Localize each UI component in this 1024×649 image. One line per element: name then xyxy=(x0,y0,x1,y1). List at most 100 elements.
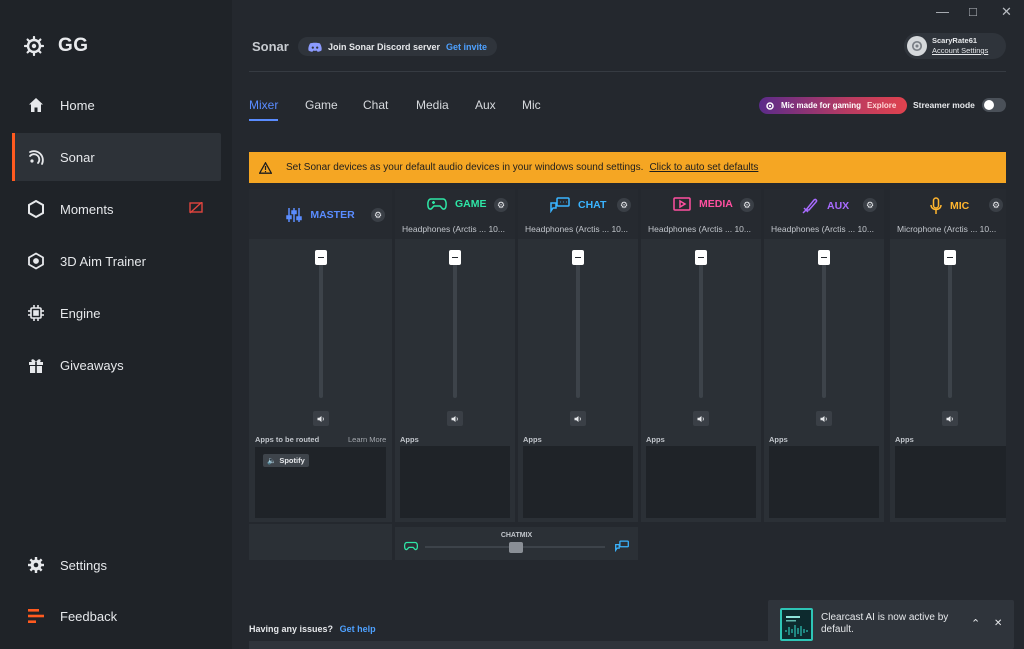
chat-apps-label: Apps xyxy=(523,435,542,444)
play-screen-icon xyxy=(673,197,691,211)
game-volume-handle[interactable] xyxy=(449,250,461,265)
tab-media[interactable]: Media xyxy=(416,98,449,112)
sidebar-item-giveaways[interactable]: Giveaways xyxy=(12,341,221,389)
sidebar-item-label: Engine xyxy=(60,305,101,321)
speaker-icon xyxy=(574,415,581,422)
app-logo[interactable]: GG xyxy=(24,35,89,57)
aim-icon xyxy=(26,251,46,271)
sidebar-item-label: Moments xyxy=(60,201,114,217)
tab-mixer[interactable]: Mixer xyxy=(249,98,278,112)
close-icon[interactable]: ✕ xyxy=(994,618,1002,629)
chat-device-label[interactable]: Headphones (Arctis ... 10... xyxy=(525,224,628,234)
master-channel: MASTER ⚙ Apps to be routed Learn More 🔈 … xyxy=(249,189,392,522)
sidebar-item-engine[interactable]: Engine xyxy=(12,289,221,337)
gamepad-icon xyxy=(427,198,447,210)
speaker-icon xyxy=(451,415,458,422)
sidebar-item-settings[interactable]: Settings xyxy=(12,541,221,589)
master-volume-track[interactable] xyxy=(319,263,323,398)
mic-volume-track[interactable] xyxy=(948,263,952,398)
auto-set-defaults-link[interactable]: Click to auto set defaults xyxy=(649,162,758,173)
chat-volume-handle[interactable] xyxy=(572,250,584,265)
game-settings-button[interactable]: ⚙ xyxy=(494,198,508,212)
game-volume-track[interactable] xyxy=(453,263,457,398)
mic-channel: MIC ⚙ Microphone (Arctis ... 10... Apps xyxy=(890,189,1006,522)
gear-icon: ⚙ xyxy=(373,209,383,220)
master-settings-button[interactable]: ⚙ xyxy=(371,208,385,222)
tab-chat[interactable]: Chat xyxy=(363,98,388,112)
aux-icon xyxy=(802,198,818,214)
get-help-link[interactable]: Get help xyxy=(340,624,376,634)
discord-label: Join Sonar Discord server xyxy=(328,41,441,52)
mic-mute-button[interactable] xyxy=(942,411,958,426)
tab-mic[interactable]: Mic xyxy=(522,98,541,112)
discord-invite-button[interactable]: Join Sonar Discord server Get invite xyxy=(298,37,498,56)
gear-icon xyxy=(26,555,46,575)
media-settings-button[interactable]: ⚙ xyxy=(740,198,754,212)
media-title: MEDIA xyxy=(699,198,733,210)
aux-header: AUX ⚙ Headphones (Arctis ... 10... xyxy=(764,189,884,239)
aux-apps-box xyxy=(769,446,879,518)
sidebar-item-aim-trainer[interactable]: 3D Aim Trainer xyxy=(12,237,221,285)
mic-volume-handle[interactable] xyxy=(944,250,956,265)
mic-device-label[interactable]: Microphone (Arctis ... 10... xyxy=(897,224,996,234)
sidebar-item-sonar[interactable]: Sonar xyxy=(12,133,221,181)
mic-promo-button[interactable]: Mic made for gaming Explore xyxy=(759,97,907,114)
master-volume-handle[interactable] xyxy=(315,250,327,265)
game-mute-button[interactable] xyxy=(447,411,463,426)
gear-icon: ⚙ xyxy=(865,199,875,210)
aux-title: AUX xyxy=(827,200,850,212)
speaker-off-icon: 🔈 xyxy=(267,456,277,465)
aux-volume-track[interactable] xyxy=(822,263,826,398)
master-apps-box: 🔈 Spotify xyxy=(255,447,386,518)
media-mute-button[interactable] xyxy=(693,411,709,426)
maximize-icon[interactable]: □ xyxy=(969,4,977,19)
discord-invite-link[interactable]: Get invite xyxy=(446,42,487,52)
aux-settings-button[interactable]: ⚙ xyxy=(863,198,877,212)
aux-volume-handle[interactable] xyxy=(818,250,830,265)
tab-game[interactable]: Game xyxy=(305,98,338,112)
chat-settings-button[interactable]: ⚙ xyxy=(617,198,631,212)
game-device-label[interactable]: Headphones (Arctis ... 10... xyxy=(402,224,505,234)
media-volume-track[interactable] xyxy=(699,263,703,398)
help-footer: Having any issues? Get help xyxy=(249,624,376,634)
chat-volume-track[interactable] xyxy=(576,263,580,398)
chatmix-handle[interactable] xyxy=(509,542,523,553)
chat-channel: CHAT ⚙ Headphones (Arctis ... 10... Apps xyxy=(518,189,638,522)
app-chip-label: Spotify xyxy=(279,456,305,465)
media-device-label[interactable]: Headphones (Arctis ... 10... xyxy=(648,224,751,234)
account-menu[interactable]: ScaryRate61 Account Settings xyxy=(904,33,1006,59)
learn-more-link[interactable]: Learn More xyxy=(348,435,386,444)
aux-mute-button[interactable] xyxy=(816,411,832,426)
sidebar-item-feedback[interactable]: Feedback xyxy=(12,592,221,640)
main-content: — □ ✕ Sonar Join Sonar Discord server Ge… xyxy=(232,0,1024,649)
tab-aux[interactable]: Aux xyxy=(475,98,496,112)
promo-explore-link[interactable]: Explore xyxy=(867,101,896,110)
streamer-mode-toggle[interactable] xyxy=(982,98,1006,112)
sonar-icon xyxy=(26,147,46,167)
chat-mute-button[interactable] xyxy=(570,411,586,426)
media-apps-box xyxy=(646,446,756,518)
sidebar-item-label: 3D Aim Trainer xyxy=(60,253,146,269)
speaker-icon xyxy=(317,415,324,422)
gear-icon: ⚙ xyxy=(742,199,752,210)
master-mute-button[interactable] xyxy=(313,411,329,426)
minimize-icon[interactable]: — xyxy=(936,4,949,19)
mic-title: MIC xyxy=(950,200,970,212)
speaker-icon xyxy=(820,415,827,422)
toast-message: Clearcast AI is now active by default. xyxy=(821,612,949,635)
aux-device-label[interactable]: Headphones (Arctis ... 10... xyxy=(771,224,874,234)
media-volume-handle[interactable] xyxy=(695,250,707,265)
close-icon[interactable]: ✕ xyxy=(1001,4,1012,20)
chat-bubbles-icon xyxy=(550,197,570,213)
mic-settings-button[interactable]: ⚙ xyxy=(989,198,1003,212)
streamer-mode-label: Streamer mode xyxy=(913,100,975,110)
sidebar-item-moments[interactable]: Moments xyxy=(12,185,221,233)
app-chip-spotify[interactable]: 🔈 Spotify xyxy=(263,454,309,467)
sidebar-item-home[interactable]: Home xyxy=(12,81,221,129)
chatmix-label: CHATMIX xyxy=(500,532,533,539)
aux-channel: AUX ⚙ Headphones (Arctis ... 10... Apps xyxy=(764,189,884,522)
gamepad-icon xyxy=(404,541,418,551)
sidebar-item-label: Sonar xyxy=(60,149,95,165)
chevron-up-icon[interactable]: ⌃ xyxy=(971,617,980,630)
account-settings-link[interactable]: Account Settings xyxy=(932,46,988,56)
